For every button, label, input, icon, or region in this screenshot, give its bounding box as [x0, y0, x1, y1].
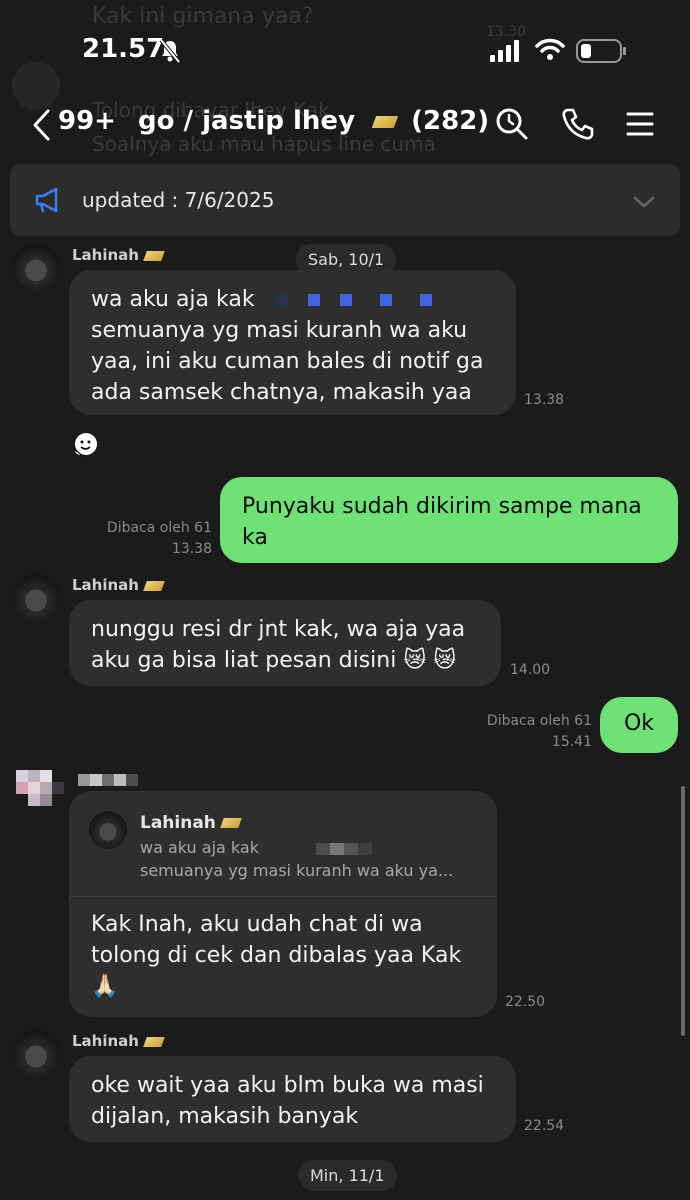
message-bubble[interactable]: oke wait yaa aku blm buka wa masi dijala…: [69, 1056, 516, 1142]
message-line: ada samsek chatnya, makasih yaa: [91, 380, 472, 405]
avatar[interactable]: [12, 244, 60, 292]
sender-name: Lahinah: [72, 246, 165, 264]
message-line: yaa, ini aku cuman bales di notif ga: [91, 349, 484, 374]
redacted-block: [275, 294, 288, 306]
sender-name-text: Lahinah: [72, 576, 139, 594]
message-time: 22.50: [505, 994, 546, 1010]
megaphone-icon: [35, 187, 58, 213]
back-chevron-icon[interactable]: [28, 108, 58, 142]
battery-icon: [576, 39, 626, 63]
message-line: aku ga bisa liat pesan disini 😿 😿: [91, 648, 457, 673]
ghost-time: 13.30: [486, 24, 527, 40]
message-bubble-outgoing[interactable]: Punyaku sudah dikirim sampe mana ka: [220, 477, 678, 563]
message-line-text: wa aku aja kak: [91, 287, 255, 312]
message-line: Kak Inah, aku udah chat di wa: [91, 912, 423, 937]
message-bubble[interactable]: wa aku aja kak semuanya yg masi kuranh w…: [69, 270, 516, 415]
avatar[interactable]: [12, 574, 60, 622]
read-receipt: Dibaca oleh 61 15.41: [440, 711, 592, 753]
quote-line-text: wa aku aja kak: [140, 838, 259, 857]
search-icon[interactable]: [494, 106, 530, 142]
phone-icon[interactable]: [560, 106, 596, 142]
chat-title-text: go / jastip lhey: [138, 106, 356, 136]
message-line: 🙏🏻: [91, 974, 119, 999]
bell-muted-icon: [159, 38, 181, 64]
redacted-block: [419, 294, 432, 306]
avatar[interactable]: [12, 1030, 60, 1078]
read-count: Dibaca oleh 61: [486, 713, 592, 729]
member-count: (282): [411, 106, 490, 136]
message-bubble[interactable]: nunggu resi dr jnt kak, wa aja yaa aku g…: [69, 600, 501, 686]
message-line: oke wait yaa aku blm buka wa masi: [91, 1073, 484, 1098]
message-line: nunggu resi dr jnt kak, wa aja yaa: [91, 617, 466, 642]
quote-line: semuanya yg masi kuranh wa aku ya...: [140, 861, 454, 880]
announcement-text: updated : 7/6/2025: [82, 188, 275, 212]
message-line: wa aku aja kak: [91, 284, 494, 315]
message-time: 22.54: [524, 1118, 565, 1134]
redacted-block: [307, 294, 320, 306]
message-time: 13.38: [524, 392, 565, 408]
wifi-icon: [535, 38, 565, 60]
sender-name-redacted: [78, 769, 138, 788]
chevron-down-icon[interactable]: [632, 194, 656, 210]
date-separator: Min, 11/1: [298, 1160, 397, 1191]
sender-name-text: Lahinah: [72, 1032, 139, 1050]
message-time: 15.41: [551, 734, 592, 750]
redacted-block: [339, 294, 352, 306]
message-line: dijalan, makasih banyak: [91, 1104, 359, 1129]
message-time: 14.00: [510, 662, 551, 678]
unread-count[interactable]: 99+: [58, 106, 116, 136]
gold-bar-icon: [143, 1036, 165, 1047]
quote-sender-text: Lahinah: [140, 813, 216, 833]
quote-avatar: [89, 811, 127, 849]
chat-title: go / jastip lhey (282): [138, 106, 489, 136]
message-bubble-outgoing[interactable]: Ok: [600, 697, 678, 753]
signal-icon: [490, 40, 519, 62]
quote-line: wa aku aja kak: [140, 836, 373, 860]
quote-sender: Lahinah: [140, 811, 242, 835]
divider: [69, 896, 497, 897]
gold-bar-icon: [371, 115, 399, 128]
reaction-emoji-icon[interactable]: [70, 430, 100, 460]
read-count: Dibaca oleh 61: [106, 520, 212, 536]
gold-bar-icon: [143, 250, 165, 261]
status-time: 21.57: [82, 34, 165, 64]
reply-message-bubble[interactable]: Lahinah wa aku aja kak semuanya yg masi …: [69, 791, 497, 1017]
read-receipt: Dibaca oleh 61 13.38: [60, 518, 212, 560]
avatar-pixelated[interactable]: [16, 770, 64, 808]
sender-name: Lahinah: [72, 576, 165, 594]
gold-bar-icon: [220, 818, 242, 828]
message-time: 13.38: [171, 541, 212, 557]
menu-icon[interactable]: [622, 106, 658, 142]
message-text: Kak Inah, aku udah chat di wa tolong di …: [91, 909, 461, 1002]
ghost-avatar: [12, 62, 60, 110]
message-line: semuanya yg masi kuranh wa aku: [91, 318, 468, 343]
sender-name-text: Lahinah: [72, 246, 139, 264]
gold-bar-icon: [143, 580, 165, 591]
sender-name: Lahinah: [72, 1032, 165, 1050]
scrollbar[interactable]: [681, 786, 685, 1036]
message-line: tolong di cek dan dibalas yaa Kak: [91, 943, 462, 968]
redacted-block: [379, 294, 392, 306]
ghost-text: Kak ini gimana yaa?: [92, 4, 314, 29]
